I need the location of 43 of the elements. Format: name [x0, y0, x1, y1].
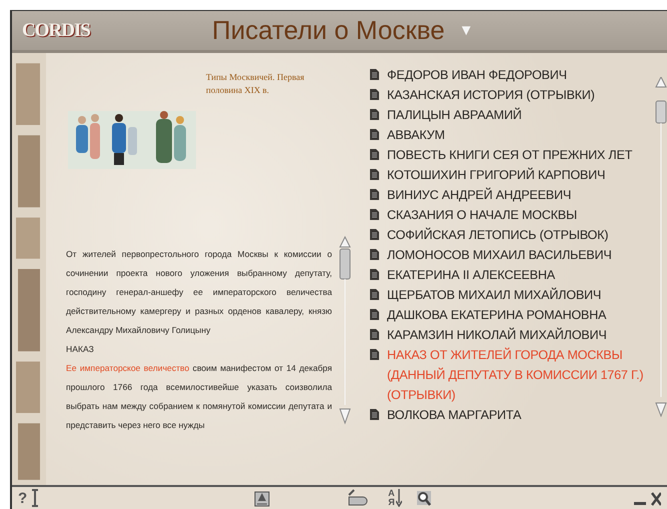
paragraph: От жителей первопрестольного города Москвы к комиссии о сочинении проекта нового уложения выбранному депутату, господину генерал-аншефу ее императорского величества действительному камергеру и разных орденов кавалеру, князю Александру Михайловичу Голицыну — [66, 248, 332, 337]
document-icon — [370, 409, 379, 420]
document-icon — [370, 89, 379, 100]
search-icon[interactable] — [416, 489, 432, 507]
help-button[interactable]: ? — [18, 490, 28, 506]
document-icon — [370, 289, 379, 300]
contents-item[interactable]: ПОВЕСТЬ КНИГИ СЕЯ ОТ ПРЕЖНИХ ЛЕТ — [370, 145, 651, 165]
logo: CORDIS — [22, 20, 92, 42]
contents-item[interactable]: КАЗАНСКАЯ ИСТОРИЯ (ОТРЫВКИ) — [370, 85, 651, 105]
contents-item[interactable]: ФЕДОРОВ ИВАН ФЕДОРОВИЧ — [370, 65, 651, 85]
contents-item[interactable]: ЕКАТЕРИНА II АЛЕКСЕЕВНА — [370, 265, 651, 285]
contents-item[interactable]: ЩЕРБАТОВ МИХАИЛ МИХАЙЛОВИЧ — [370, 285, 651, 305]
page-title: Писатели о Москве — [212, 15, 445, 46]
document-icon — [370, 229, 379, 240]
contents-item[interactable]: ЛОМОНОСОВ МИХАИЛ ВАСИЛЬЕВИЧ — [370, 245, 651, 265]
document-icon — [370, 189, 379, 200]
contents-item[interactable]: ДАШКОВА ЕКАТЕРИНА РОМАНОВНА — [370, 305, 651, 325]
contents-item[interactable]: СОФИЙСКАЯ ЛЕТОПИСЬ (ОТРЫВОК) — [370, 225, 651, 245]
document-icon — [370, 169, 379, 180]
document-icon — [370, 129, 379, 140]
contents-item[interactable]: ВИНИУС АНДРЕЙ АНДРЕЕВИЧ — [370, 185, 651, 205]
contents-item[interactable]: ВОЛКОВА МАРГАРИТА — [370, 405, 651, 423]
image-caption: Типы Москвичей. Первая половина XIX в. — [206, 71, 306, 97]
print-icon[interactable] — [254, 489, 270, 507]
scrollbar[interactable] — [338, 235, 352, 425]
paragraph: НАКАЗ — [66, 343, 95, 356]
contents-item[interactable]: СКАЗАНИЯ О НАЧАЛЕ МОСКВЫ — [370, 205, 651, 225]
document-icon — [370, 269, 379, 280]
paragraph: Ее императорское величество своим манифестом от 14 декабря прошлого 1766 года всемилостивейше указать соизволила выбрать нам между собранием к помянутой комиссии депутата и представить через него все нужды — [66, 362, 332, 432]
scrollbar[interactable] — [655, 77, 667, 417]
sort-button[interactable]: А Я — [388, 489, 402, 507]
contents-item[interactable]: КОТОШИХИН ГРИГОРИЙ КАРПОВИЧ — [370, 165, 651, 185]
document-icon — [370, 309, 379, 320]
document-icon — [370, 249, 379, 260]
document-icon — [370, 329, 379, 340]
contents-item[interactable]: АВВАКУМ — [370, 125, 651, 145]
document-icon — [370, 69, 379, 80]
document-icon — [370, 109, 379, 120]
document-icon — [370, 209, 379, 220]
document-icon — [370, 149, 379, 160]
document-icon — [370, 349, 379, 360]
contents-item[interactable]: КАРАМЗИН НИКОЛАЙ МИХАЙЛОВИЧ — [370, 325, 651, 345]
contents-item[interactable]: ПАЛИЦЫН АВРААМИЙ — [370, 105, 651, 125]
